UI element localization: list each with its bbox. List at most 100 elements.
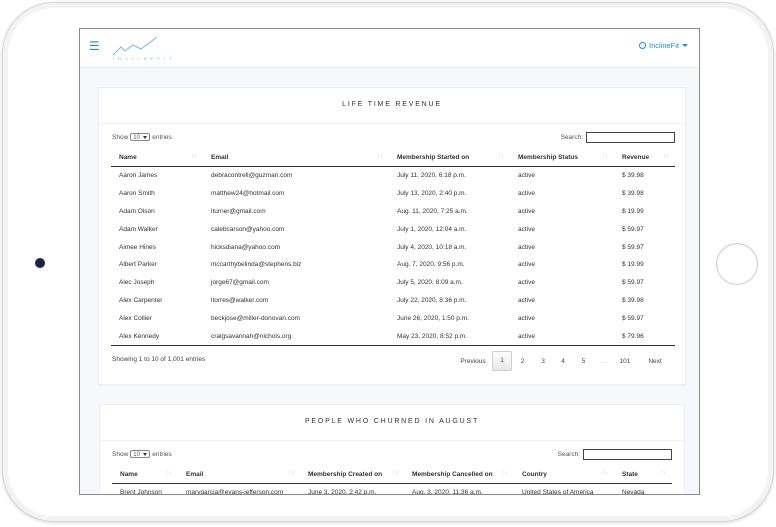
table-cell: July 22, 2020, 8:36 p.m. bbox=[397, 296, 467, 304]
churn-length-control: Show 10 entries bbox=[112, 450, 172, 458]
churn-table: Name ↑↓ Email ↑↓ Membership Created on ↑↓ M… bbox=[112, 466, 672, 495]
table-cell: active bbox=[518, 279, 535, 287]
sort-icon: ↑↓ bbox=[602, 153, 608, 159]
pagination-page-1[interactable]: 1 bbox=[492, 351, 512, 371]
table-cell: July 11, 2020, 6:18 p.m. bbox=[397, 172, 466, 180]
col-header-country[interactable]: Country ↑↓ bbox=[514, 466, 614, 484]
col-header-name[interactable]: Name ↑↓ bbox=[111, 149, 203, 167]
entries-label: entries bbox=[152, 133, 172, 141]
table-cell: Alex Collier bbox=[119, 314, 152, 322]
table-cell: June 3, 2020, 2:42 p.m. bbox=[308, 489, 377, 495]
pagination-page-2[interactable]: 2 bbox=[512, 358, 533, 365]
table-cell: July 5, 2020, 8:09 a.m. bbox=[397, 279, 463, 287]
table-cell: $ 79.96 bbox=[622, 332, 644, 340]
top-navbar: ☰ I N C L I N E F I T InclineFit bbox=[80, 29, 699, 68]
col-header-email[interactable]: Email ↑↓ bbox=[203, 149, 389, 167]
table-row: Aimee Hines hicksdiana@yahoo.com July 4, 2… bbox=[111, 238, 675, 256]
table-cell: Alex Kennedy bbox=[119, 332, 160, 340]
table-cell: active bbox=[518, 243, 535, 251]
table-cell: $ 59.97 bbox=[622, 243, 644, 251]
table-cell: Alec Joseph bbox=[119, 279, 155, 287]
logo-text: I N C L I N E F I T bbox=[113, 56, 174, 61]
table-cell: $ 39.98 bbox=[622, 172, 644, 180]
user-menu[interactable]: InclineFit bbox=[638, 41, 688, 50]
select-arrow-icon bbox=[143, 453, 148, 456]
pagination-next[interactable]: Next bbox=[638, 358, 672, 365]
user-menu-label: InclineFit bbox=[648, 41, 679, 50]
table-cell: Aaron Smith bbox=[119, 190, 155, 198]
table-cell: Adam Olson bbox=[119, 207, 155, 215]
hamburger-menu-icon[interactable]: ☰ bbox=[89, 40, 100, 52]
table-cell: active bbox=[518, 225, 535, 233]
sort-icon: ↑↓ bbox=[166, 470, 172, 476]
col-header-membership-started[interactable]: Membership Started on ↑↓ bbox=[389, 149, 510, 167]
table-row: Adam Walker calebcarson@yahoo.com July 1, … bbox=[111, 220, 675, 238]
table-row: Aaron James debracontrell@guzman.com July … bbox=[111, 167, 675, 185]
churn-search: Search: bbox=[558, 449, 672, 460]
user-icon bbox=[638, 42, 646, 49]
pagination-page-3[interactable]: 3 bbox=[533, 358, 553, 365]
revenue-pagination: Previous 1 2 3 4 5 … 101 Next bbox=[454, 351, 672, 371]
entries-select-value: 10 bbox=[133, 452, 140, 458]
table-cell: Nevada bbox=[622, 489, 645, 495]
col-header-email[interactable]: Email ↑↓ bbox=[178, 466, 300, 484]
churn-entries-select[interactable]: 10 bbox=[130, 450, 151, 458]
table-row: Aaron Smith matthew24@hotmail.com July 13,… bbox=[111, 185, 675, 203]
table-cell: Albert Parker bbox=[119, 261, 157, 269]
revenue-table-info: Showing 1 to 10 of 1,001 entries bbox=[112, 356, 206, 363]
home-button[interactable] bbox=[716, 243, 758, 285]
table-cell: $ 19.99 bbox=[622, 207, 644, 215]
sort-icon: ↑↓ bbox=[498, 153, 504, 159]
table-row: Adam Olson iturner@gmail.com Aug. 11, 2020… bbox=[111, 203, 675, 221]
revenue-search-input[interactable] bbox=[586, 132, 675, 143]
col-header-membership-created[interactable]: Membership Created on ↑↓ bbox=[300, 466, 404, 484]
table-row: Alex Carpenter ltorres@walker.com July 22,… bbox=[111, 292, 675, 310]
revenue-table-header: Name ↑↓ Email ↑↓ Membership Started on ↑↓ M… bbox=[111, 149, 675, 167]
churn-search-input[interactable] bbox=[583, 449, 672, 460]
col-header-name[interactable]: Name ↑↓ bbox=[112, 466, 178, 484]
pagination-ellipsis: … bbox=[599, 357, 607, 365]
pagination-page-4[interactable]: 4 bbox=[553, 358, 573, 365]
table-cell: Adam Walker bbox=[119, 225, 158, 233]
caret-down-icon bbox=[682, 44, 688, 47]
table-cell: Aug. 7, 2020, 9:56 p.m. bbox=[397, 261, 465, 269]
table-cell: marygarcia@evans-jefferson.com bbox=[186, 489, 284, 495]
churn-table-header: Name ↑↓ Email ↑↓ Membership Created on ↑↓ M… bbox=[112, 466, 672, 484]
table-cell: Aug. 11, 2020, 7:25 a.m. bbox=[397, 207, 468, 215]
col-header-membership-status[interactable]: Membership Status ↑↓ bbox=[510, 149, 614, 167]
revenue-search: Search: bbox=[561, 132, 675, 143]
table-cell: $ 59.97 bbox=[622, 279, 644, 287]
col-header-revenue[interactable]: Revenue ↑↓ bbox=[614, 149, 675, 167]
revenue-length-control: Show 10 entries bbox=[112, 133, 172, 141]
table-cell: active bbox=[518, 207, 535, 215]
col-header-membership-cancelled[interactable]: Membership Cancelled on ↑↓ bbox=[404, 466, 514, 484]
col-header-state[interactable]: State ↑↓ bbox=[614, 466, 672, 484]
table-cell: July 4, 2020, 10:18 a.m. bbox=[397, 243, 467, 251]
search-label: Search: bbox=[560, 134, 583, 141]
app-screen: ☰ I N C L I N E F I T InclineFit LIFE TI… bbox=[79, 28, 700, 495]
table-row: Alex Kennedy craigsavannah@nichols.org May… bbox=[111, 327, 675, 345]
pagination-page-101[interactable]: 101 bbox=[612, 358, 638, 365]
table-cell: ltorres@walker.com bbox=[211, 296, 269, 304]
table-cell: active bbox=[518, 296, 535, 304]
entries-label: entries bbox=[152, 450, 172, 458]
table-cell: craigsavannah@nichols.org bbox=[211, 332, 292, 340]
table-cell: active bbox=[518, 314, 535, 322]
table-cell: debracontrell@guzman.com bbox=[211, 172, 293, 180]
pagination-previous[interactable]: Previous bbox=[454, 358, 492, 365]
table-cell: matthew24@hotmail.com bbox=[211, 190, 285, 198]
show-label: Show bbox=[112, 133, 129, 141]
table-cell: active bbox=[518, 332, 535, 340]
sort-icon: ↑↓ bbox=[602, 470, 608, 476]
table-row: Albert Parker mccarthybelinda@stephens.bi… bbox=[111, 256, 675, 274]
sort-icon: ↑↓ bbox=[660, 470, 666, 476]
pagination-page-5[interactable]: 5 bbox=[573, 358, 594, 365]
select-arrow-icon bbox=[143, 136, 148, 139]
churn-table-body: Brent Johnson marygarcia@evans-jefferson.… bbox=[112, 484, 672, 495]
revenue-entries-select[interactable]: 10 bbox=[130, 133, 151, 141]
table-cell: Aaron James bbox=[119, 172, 158, 180]
table-cell: hicksdiana@yahoo.com bbox=[211, 243, 281, 251]
table-row: Brent Johnson marygarcia@evans-jefferson.… bbox=[112, 484, 672, 495]
table-cell: Aug. 3, 2020, 11:36 a.m. bbox=[412, 489, 483, 495]
table-cell: June 26, 2020, 1:50 p.m. bbox=[397, 314, 469, 322]
